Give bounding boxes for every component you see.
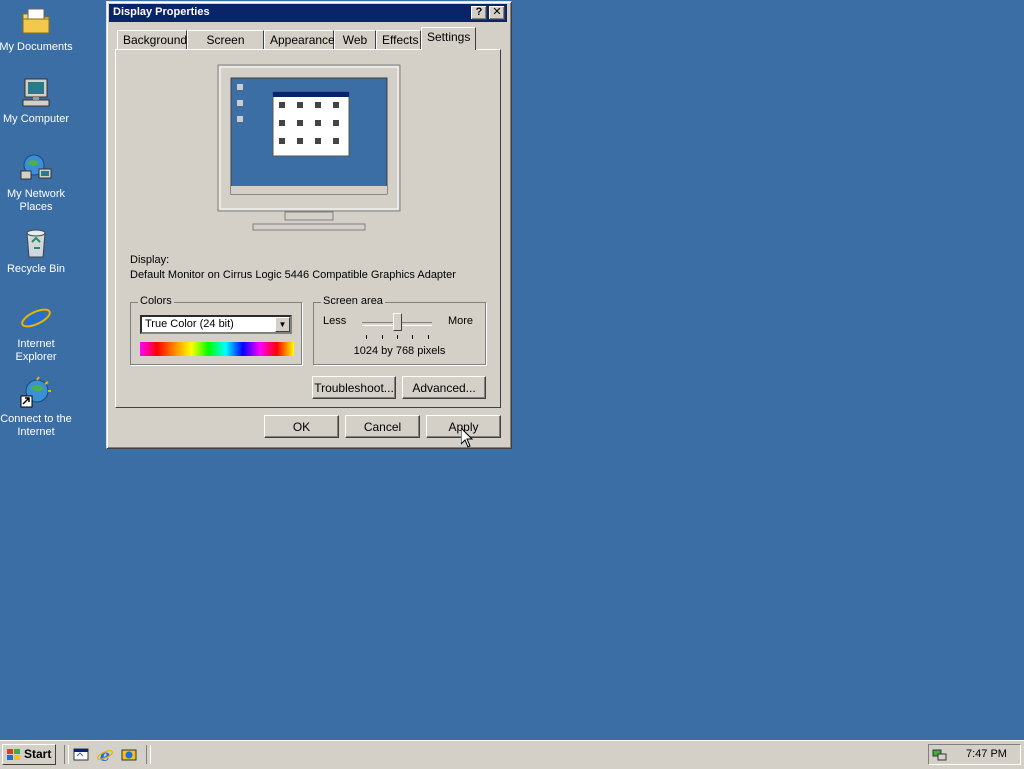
desktop-icon-label: My Computer xyxy=(2,113,70,125)
screen-area-slider[interactable] xyxy=(362,313,432,343)
tab-appearance[interactable]: Appearance xyxy=(264,30,335,49)
taskbar-divider xyxy=(146,745,151,764)
clock[interactable]: 7:47 PM xyxy=(966,748,1007,760)
more-label: More xyxy=(447,315,473,327)
window-title: Display Properties xyxy=(113,6,210,18)
tab-settings[interactable]: Settings xyxy=(421,27,476,50)
desktop-icon-my-documents[interactable]: My Documents xyxy=(0,4,74,54)
display-adapter-text: Default Monitor on Cirrus Logic 5446 Com… xyxy=(130,269,456,281)
network-tray-icon[interactable] xyxy=(932,747,948,763)
tab-screen-saver[interactable]: Screen Saver xyxy=(187,30,264,65)
ie-quicklaunch-icon[interactable]: e xyxy=(96,746,114,764)
desktop-icon-my-network-places[interactable]: My Network Places xyxy=(0,151,74,214)
screen-area-group: Screen area Less More 1024 by 768 pixels xyxy=(313,295,486,365)
taskbar: Start e 7:47 PM xyxy=(0,740,1024,769)
monitor-preview xyxy=(217,64,401,234)
troubleshoot-button[interactable]: Troubleshoot... xyxy=(312,376,396,399)
show-desktop-icon[interactable] xyxy=(72,747,90,763)
settings-panel: Display: Default Monitor on Cirrus Logic… xyxy=(115,49,501,408)
quicklaunch-divider xyxy=(64,745,69,764)
screen-area-legend: Screen area xyxy=(321,295,385,307)
tab-effects[interactable]: Effects xyxy=(376,30,421,49)
svg-text:e: e xyxy=(26,301,45,335)
desktop-icon-label: My Network Places xyxy=(6,188,66,213)
recycle-bin-icon xyxy=(26,229,46,258)
desktop-icon-connect-to-the-internet[interactable]: Connect to the Internet xyxy=(0,376,74,439)
tab-web[interactable]: Web xyxy=(334,30,376,49)
cancel-button[interactable]: Cancel xyxy=(345,415,420,438)
color-spectrum-bar xyxy=(140,342,294,356)
tab-background[interactable]: Background xyxy=(117,30,187,49)
desktop-icon-label: My Documents xyxy=(0,41,73,53)
system-tray: 7:47 PM xyxy=(928,744,1021,765)
less-label: Less xyxy=(323,315,347,327)
ok-button[interactable]: OK xyxy=(264,415,339,438)
desktop-icon-my-computer[interactable]: My Computer xyxy=(0,76,74,126)
desktop-icon-recycle-bin[interactable]: Recycle Bin xyxy=(0,226,74,276)
start-label: Start xyxy=(24,747,52,761)
windows-logo-icon xyxy=(7,749,20,760)
ie-icon: e xyxy=(21,301,51,335)
computer-icon xyxy=(22,78,50,107)
desktop-icon-label: Internet Explorer xyxy=(15,338,57,363)
title-bar[interactable]: Display Properties ? ✕ xyxy=(109,4,507,22)
outlook-quicklaunch-icon[interactable] xyxy=(120,746,138,764)
colors-legend: Colors xyxy=(138,295,174,307)
desktop-icon-internet-explorer[interactable]: e Internet Explorer xyxy=(0,301,74,364)
colors-select-value: True Color (24 bit) xyxy=(145,318,234,330)
colors-select[interactable]: True Color (24 bit) ▼ xyxy=(140,315,292,334)
slider-thumb[interactable] xyxy=(392,313,402,331)
advanced-button[interactable]: Advanced... xyxy=(402,376,486,399)
help-button[interactable]: ? xyxy=(471,6,487,20)
desktop-icon-label: Connect to the Internet xyxy=(0,413,72,438)
start-button[interactable]: Start xyxy=(2,744,56,765)
close-button[interactable]: ✕ xyxy=(489,6,505,20)
folder-icon xyxy=(22,8,50,34)
resolution-text: 1024 by 768 pixels xyxy=(353,345,446,357)
network-icon xyxy=(20,154,52,180)
colors-group: Colors True Color (24 bit) ▼ xyxy=(130,295,302,365)
svg-text:e: e xyxy=(100,746,110,764)
desktop-icon-label: Recycle Bin xyxy=(6,263,66,275)
slider-ticks xyxy=(362,335,432,339)
chevron-down-icon[interactable]: ▼ xyxy=(275,317,290,332)
display-label: Display: xyxy=(130,254,170,266)
mouse-cursor-icon xyxy=(461,428,473,448)
connect-icon xyxy=(20,376,51,408)
